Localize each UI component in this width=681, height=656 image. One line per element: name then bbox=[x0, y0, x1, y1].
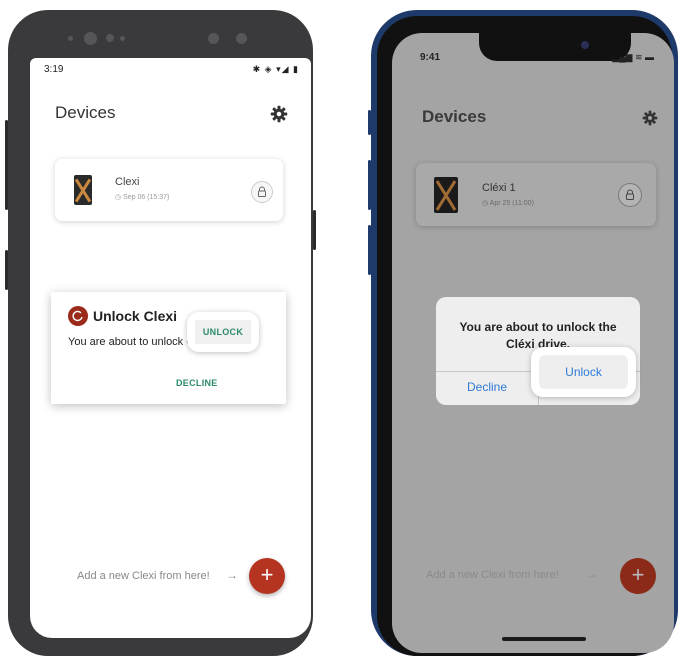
front-camera bbox=[84, 32, 97, 45]
android-power-button bbox=[5, 250, 8, 290]
lock-button[interactable] bbox=[618, 183, 642, 207]
add-device-hint: Add a new Clexi from here! bbox=[77, 570, 210, 582]
lock-icon bbox=[626, 189, 634, 200]
unlock-button-highlight: UNLOCK bbox=[187, 312, 259, 352]
device-thumbnail bbox=[434, 177, 458, 213]
arrow-right-icon: → bbox=[226, 568, 238, 582]
status-icons: ✱ ◈ ▾◢ ▮ bbox=[252, 64, 299, 74]
status-time: 3:19 bbox=[44, 64, 64, 75]
device-date: ◷ Apr 25 (11:00) bbox=[482, 200, 534, 207]
home-indicator[interactable] bbox=[502, 637, 586, 641]
lock-button[interactable] bbox=[251, 181, 273, 203]
add-device-hint: Add a new Clexi from here! bbox=[426, 569, 559, 581]
device-card[interactable]: Clexi ◷ Sep 06 (15:37) bbox=[55, 159, 283, 221]
sensor-dot bbox=[236, 33, 247, 44]
dialog-title: Unlock Clexi bbox=[93, 308, 178, 324]
iphone: 9:41 ▂▄▆ ≋ ▬ Devices Cléxi 1 ◷ Apr 25 (1… bbox=[368, 10, 678, 656]
android-side-button bbox=[313, 210, 316, 250]
unlock-button-highlight: Unlock bbox=[531, 347, 636, 397]
status-icons: ▂▄▆ ≋ ▬ bbox=[612, 52, 654, 62]
arrow-right-icon: → bbox=[586, 567, 598, 581]
device-name: Clexi bbox=[115, 176, 140, 188]
android-volume-button bbox=[5, 120, 8, 210]
page-title: Devices bbox=[422, 107, 487, 126]
alert-message-line-1: You are about to unlock the bbox=[459, 320, 617, 334]
clexi-logo-icon bbox=[68, 306, 88, 326]
iphone-volume-up bbox=[368, 160, 371, 210]
gear-icon[interactable] bbox=[270, 105, 288, 123]
sensor-dot bbox=[106, 34, 114, 42]
android-phone: 3:19 ✱ ◈ ▾◢ ▮ Devices Clexi ◷ Sep 06 (15… bbox=[5, 10, 316, 656]
sensor-dot bbox=[120, 36, 125, 41]
device-card[interactable]: Cléxi 1 ◷ Apr 25 (11:00) bbox=[416, 163, 656, 226]
iphone-silent-switch bbox=[368, 110, 371, 135]
iphone-volume-down bbox=[368, 225, 371, 275]
iphone-bezel: 9:41 ▂▄▆ ≋ ▬ Devices Cléxi 1 ◷ Apr 25 (1… bbox=[377, 16, 674, 656]
lock-icon bbox=[258, 186, 266, 197]
unlock-button[interactable]: Unlock bbox=[539, 355, 628, 389]
decline-button[interactable]: Decline bbox=[436, 380, 538, 394]
android-sensor-bar bbox=[58, 28, 258, 50]
iphone-notch bbox=[479, 33, 631, 61]
add-device-button[interactable]: + bbox=[620, 558, 656, 594]
device-name: Cléxi 1 bbox=[482, 182, 516, 194]
android-screen: 3:19 ✱ ◈ ▾◢ ▮ Devices Clexi ◷ Sep 06 (15… bbox=[30, 58, 311, 638]
gear-icon[interactable] bbox=[642, 110, 658, 126]
device-date: ◷ Sep 06 (15:37) bbox=[115, 194, 170, 201]
sensor-dot bbox=[68, 36, 73, 41]
device-thumbnail bbox=[74, 175, 92, 205]
sensor-dot bbox=[208, 33, 219, 44]
front-camera bbox=[581, 41, 589, 49]
page-title: Devices bbox=[55, 103, 116, 122]
add-device-button[interactable]: + bbox=[249, 558, 285, 594]
decline-button[interactable]: DECLINE bbox=[176, 378, 218, 388]
iphone-screen: 9:41 ▂▄▆ ≋ ▬ Devices Cléxi 1 ◷ Apr 25 (1… bbox=[392, 33, 674, 653]
unlock-button[interactable]: UNLOCK bbox=[195, 320, 251, 344]
status-time: 9:41 bbox=[420, 52, 441, 63]
